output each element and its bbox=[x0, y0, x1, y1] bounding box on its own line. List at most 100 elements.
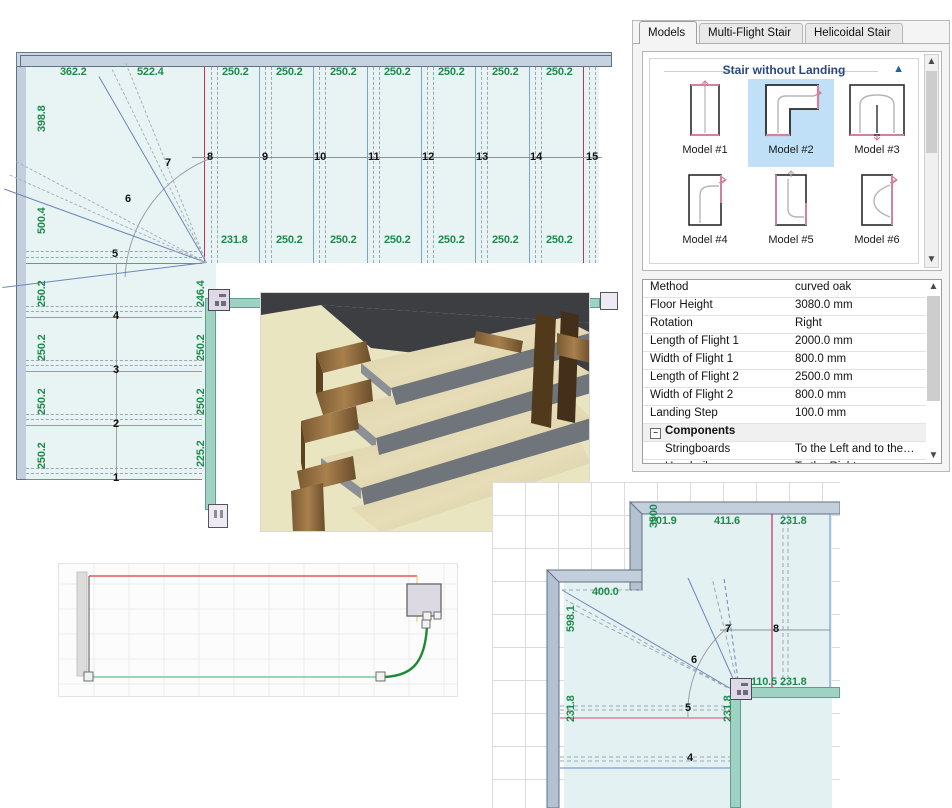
riser-dash-10a bbox=[319, 67, 320, 263]
property-value[interactable]: Right bbox=[795, 317, 822, 329]
step-number-8: 8 bbox=[207, 151, 214, 163]
property-rows: Method curved oak Floor Height 3080.0 mm… bbox=[643, 280, 926, 463]
dim-f1-right-2: 250.2 bbox=[195, 334, 207, 361]
gallery-title: Stair without Landing bbox=[722, 63, 846, 77]
detail-plan-view[interactable]: 201.9 411.6 231.8 3500 400.0 598.1 231.8… bbox=[492, 482, 840, 808]
property-row[interactable]: Length of Flight 2 2500.0 mm bbox=[643, 370, 926, 388]
riser-dash-14a bbox=[535, 67, 536, 263]
riser-line-13 bbox=[475, 67, 476, 263]
model-4-label: Model #4 bbox=[682, 234, 728, 246]
dim-tread-bot-7: 250.2 bbox=[546, 234, 573, 246]
model-6-art bbox=[834, 169, 920, 233]
property-row[interactable]: Handrails To the Right bbox=[643, 460, 926, 463]
riser-dash-9b bbox=[271, 67, 272, 263]
detail-step-number-5: 5 bbox=[685, 702, 692, 714]
tab-helicoidal-stair[interactable]: Helicoidal Stair bbox=[805, 23, 903, 43]
plan-flight1-fill bbox=[26, 257, 216, 480]
model-thumb-1[interactable]: Model #1 bbox=[662, 79, 748, 167]
gallery-scroll-down-icon[interactable]: ▼ bbox=[925, 253, 938, 267]
dim-tread-top-6: 250.2 bbox=[492, 66, 519, 78]
gallery-scroll-thumb[interactable] bbox=[926, 71, 937, 153]
model-gallery[interactable]: Stair without Landing ▲ Model #1 Model #… bbox=[642, 51, 942, 271]
end-node-handle[interactable] bbox=[600, 292, 618, 310]
riser-line-14 bbox=[529, 67, 530, 263]
gallery-scrollbar[interactable]: ▲ ▼ bbox=[924, 54, 939, 268]
start-node-handle[interactable] bbox=[208, 504, 228, 528]
model-thumb-6[interactable]: Model #6 bbox=[834, 169, 920, 257]
property-value[interactable]: To the Left and to the… bbox=[795, 443, 915, 455]
property-value[interactable]: 2000.0 mm bbox=[795, 335, 853, 347]
property-key: Length of Flight 2 bbox=[650, 371, 739, 383]
riser-dash-9a bbox=[265, 67, 266, 263]
property-row[interactable]: Length of Flight 1 2000.0 mm bbox=[643, 334, 926, 352]
model-thumb-3[interactable]: Model #3 bbox=[834, 79, 920, 167]
model-2-label: Model #2 bbox=[768, 144, 814, 156]
riser-dash-13b bbox=[487, 67, 488, 263]
property-scroll-up-icon[interactable]: ▲ bbox=[926, 280, 941, 294]
property-scroll-down-icon[interactable]: ▼ bbox=[926, 449, 941, 463]
collapse-expander-icon[interactable]: − bbox=[650, 428, 661, 439]
stair-profile-panel[interactable] bbox=[58, 563, 458, 697]
detail-dim-landing: 400.0 bbox=[592, 586, 619, 598]
detail-step-number-8: 8 bbox=[773, 623, 780, 635]
property-value[interactable]: 100.0 mm bbox=[795, 407, 846, 419]
property-row[interactable]: Stringboards To the Left and to the… bbox=[643, 442, 926, 460]
step-number-13: 13 bbox=[476, 151, 489, 163]
step-number-9: 9 bbox=[262, 151, 269, 163]
tab-models-label: Models bbox=[648, 27, 686, 39]
property-row[interactable]: Width of Flight 2 800.0 mm bbox=[643, 388, 926, 406]
property-row[interactable]: Rotation Right bbox=[643, 316, 926, 334]
detail-stringboard-horizontal bbox=[740, 687, 840, 698]
model-6-label: Model #6 bbox=[854, 234, 900, 246]
step-number-5: 5 bbox=[112, 248, 119, 260]
property-row[interactable]: Landing Step 100.0 mm bbox=[643, 406, 926, 424]
property-scrollbar[interactable]: ▲ ▼ bbox=[926, 280, 941, 463]
property-row[interactable]: Floor Height 3080.0 mm bbox=[643, 298, 926, 316]
corner-node-handle[interactable] bbox=[208, 289, 230, 311]
gallery-scroll-up-icon[interactable]: ▲ bbox=[925, 55, 938, 69]
chevron-up-icon[interactable]: ▲ bbox=[893, 63, 904, 75]
model-4-art bbox=[662, 169, 748, 233]
property-key: Width of Flight 2 bbox=[650, 389, 734, 401]
riser-dash-12a bbox=[427, 67, 428, 263]
step-number-11: 11 bbox=[368, 151, 380, 163]
step-number-14: 14 bbox=[530, 151, 543, 163]
model-5-label: Model #5 bbox=[768, 234, 814, 246]
property-value[interactable]: 800.0 mm bbox=[795, 353, 846, 365]
step-number-6: 6 bbox=[125, 193, 132, 205]
stair-settings-dialog[interactable]: Models Multi-Flight Stair Helicoidal Sta… bbox=[632, 20, 950, 472]
property-group-row-components[interactable]: − Components bbox=[643, 424, 926, 442]
property-scroll-thumb[interactable] bbox=[927, 296, 940, 401]
detail-dim-top-2: 411.6 bbox=[714, 515, 740, 527]
detail-dim-corner: 110.5 bbox=[751, 676, 777, 688]
tab-models[interactable]: Models bbox=[639, 21, 697, 44]
model-thumb-2[interactable]: Model #2 bbox=[748, 79, 834, 167]
property-value[interactable]: To the Right bbox=[795, 461, 856, 463]
model-3-label: Model #3 bbox=[854, 144, 900, 156]
model-5-art bbox=[748, 169, 834, 233]
profile-canvas bbox=[59, 564, 457, 696]
step-number-7: 7 bbox=[165, 157, 172, 169]
property-key: Stringboards bbox=[665, 443, 731, 455]
riser-dash-15b bbox=[595, 67, 596, 263]
property-key: Method bbox=[650, 281, 689, 293]
dim-f1-right-1: 246.4 bbox=[195, 280, 207, 307]
detail-dim-top-3: 231.8 bbox=[780, 515, 807, 527]
tab-multi-flight-stair[interactable]: Multi-Flight Stair bbox=[699, 23, 803, 43]
detail-plan-canvas bbox=[546, 500, 840, 808]
tab-multi-flight-stair-label: Multi-Flight Stair bbox=[708, 27, 792, 39]
model-thumb-4[interactable]: Model #4 bbox=[662, 169, 748, 257]
property-row[interactable]: Method curved oak bbox=[643, 280, 926, 298]
property-grid[interactable]: Method curved oak Floor Height 3080.0 mm… bbox=[642, 279, 942, 464]
property-value[interactable]: 2500.0 mm bbox=[795, 371, 853, 383]
detail-dim-lower-left: 598.1 bbox=[565, 605, 577, 632]
property-row[interactable]: Width of Flight 1 800.0 mm bbox=[643, 352, 926, 370]
plan-top-wall-inner bbox=[20, 55, 612, 67]
model-thumb-5[interactable]: Model #5 bbox=[748, 169, 834, 257]
riser-line-10 bbox=[313, 67, 314, 263]
riser-dash-4b bbox=[26, 306, 202, 307]
property-value[interactable]: curved oak bbox=[795, 281, 851, 293]
riser-dash-3b bbox=[26, 360, 202, 361]
property-value[interactable]: 800.0 mm bbox=[795, 389, 846, 401]
property-value[interactable]: 3080.0 mm bbox=[795, 299, 853, 311]
